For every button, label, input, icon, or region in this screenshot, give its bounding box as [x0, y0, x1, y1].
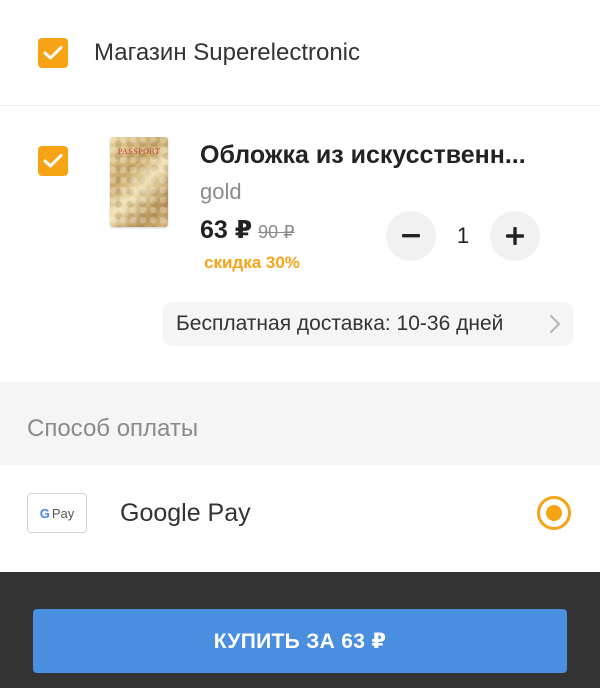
- product-image[interactable]: PASSPORT: [110, 137, 168, 227]
- increase-quantity-button[interactable]: [490, 211, 540, 261]
- product-price: 63 ₽: [200, 216, 253, 244]
- buy-button[interactable]: КУПИТЬ ЗА 63 ₽: [33, 609, 567, 673]
- payment-radio-button[interactable]: [537, 496, 571, 530]
- check-icon: [43, 154, 63, 168]
- product-old-price: 90 ₽: [258, 222, 295, 242]
- bottom-bar: КУПИТЬ ЗА 63 ₽: [0, 572, 600, 688]
- check-icon: [43, 46, 63, 60]
- google-pay-word: Pay: [51, 505, 75, 521]
- store-row[interactable]: Магазин Superelectronic: [0, 0, 600, 106]
- plus-icon: [506, 227, 524, 245]
- google-g-letter: G: [39, 505, 50, 521]
- item-checkbox[interactable]: [38, 146, 68, 176]
- cart-screen: Магазин Superelectronic PASSPORT Обложка…: [0, 0, 600, 688]
- quantity-stepper: 1: [386, 211, 540, 261]
- google-pay-logo: G Pay: [27, 493, 87, 533]
- chevron-right-icon: [550, 315, 560, 333]
- product-title[interactable]: Обложка из искусственн...: [200, 139, 550, 171]
- discount-label: скидка 30%: [204, 253, 300, 272]
- radio-selected-dot: [546, 505, 562, 521]
- store-name[interactable]: Магазин Superelectronic: [94, 38, 360, 68]
- store-checkbox[interactable]: [38, 38, 68, 68]
- payment-option-google-pay[interactable]: G Pay Google Pay: [0, 465, 600, 572]
- payment-method-name: Google Pay: [120, 499, 251, 527]
- product-variant: gold: [200, 179, 242, 204]
- quantity-value: 1: [456, 223, 470, 248]
- shipping-info-button[interactable]: Бесплатная доставка: 10-36 дней: [163, 302, 573, 346]
- shipping-text: Бесплатная доставка: 10-36 дней: [176, 312, 504, 335]
- price-row: 63 ₽ 90 ₽: [200, 215, 295, 245]
- minus-icon: [402, 234, 420, 238]
- product-image-text: PASSPORT: [117, 147, 161, 156]
- decrease-quantity-button[interactable]: [386, 211, 436, 261]
- cart-item: PASSPORT Обложка из искусственн... gold …: [0, 107, 600, 382]
- payment-section-header: Способ оплаты: [0, 382, 600, 465]
- payment-section-title: Способ оплаты: [27, 415, 199, 442]
